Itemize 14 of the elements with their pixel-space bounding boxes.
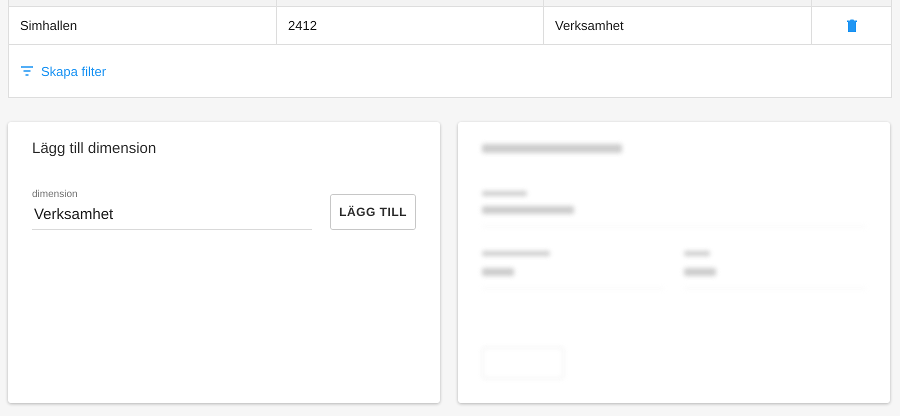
blurred-text	[482, 251, 550, 256]
dimension-field[interactable]: Verksamhet	[32, 204, 312, 230]
table-cell: Simhallen	[9, 7, 277, 44]
field-label: dimension	[32, 189, 79, 200]
card-title: Lägg till dimension	[32, 140, 158, 157]
blurred-text	[482, 191, 527, 196]
blurred-text	[684, 268, 716, 276]
blurred-text	[482, 268, 514, 276]
table-cell: Verksamhet	[544, 7, 812, 44]
filter-icon	[21, 66, 33, 76]
blurred-text	[684, 251, 710, 256]
delete-icon[interactable]	[844, 18, 858, 32]
add-button[interactable]: LÄGG TILL	[330, 194, 416, 230]
table-cell: 2412	[277, 7, 544, 44]
